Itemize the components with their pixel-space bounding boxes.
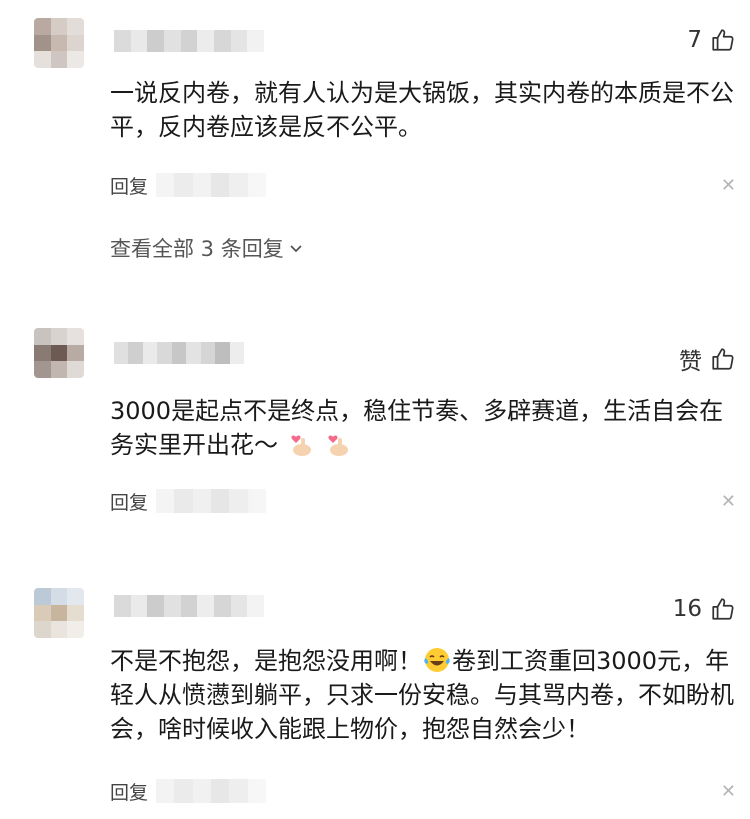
close-icon[interactable]: ✕ (721, 175, 736, 196)
avatar[interactable] (34, 328, 84, 378)
avatar[interactable] (34, 588, 84, 638)
like-button[interactable]: 赞 (679, 342, 736, 376)
reply-row: 回复 ✕ (110, 486, 736, 516)
comment-text-part1: 不是不抱怨，是抱怨没用啊！ (110, 647, 422, 675)
reply-button[interactable]: 回复 (110, 778, 148, 805)
thumbs-up-icon (712, 348, 734, 370)
username-blurred[interactable] (114, 342, 244, 364)
reply-meta-blurred (156, 489, 267, 513)
tears-of-joy-emoji (424, 648, 450, 672)
comment-text: 3000是起点不是终点，稳住节奏、多辟赛道，生活自会在务实里开出花～ (110, 394, 746, 462)
thumbs-up-icon (712, 29, 734, 51)
username-blurred[interactable] (114, 595, 264, 617)
view-all-replies-button[interactable]: 查看全部 3 条回复 (110, 233, 304, 263)
like-label: 赞 (679, 349, 702, 375)
like-button[interactable]: 16 (673, 596, 736, 622)
comment-text-body: 3000是起点不是终点，稳住节奏、多辟赛道，生活自会在务实里开出花～ (110, 397, 724, 459)
view-all-replies-label: 查看全部 3 条回复 (110, 237, 284, 261)
username-blurred[interactable] (114, 30, 264, 52)
reply-row: 回复 ✕ (110, 776, 736, 806)
reply-row: 回复 ✕ (110, 170, 736, 200)
close-icon[interactable]: ✕ (721, 491, 736, 512)
reply-meta-blurred (156, 779, 267, 803)
thumbs-up-icon (712, 598, 734, 620)
like-count: 16 (672, 596, 702, 622)
finger-heart-emoji (291, 435, 311, 456)
avatar[interactable] (34, 18, 84, 68)
reply-meta-blurred (156, 173, 267, 197)
comment-text: 不是不抱怨，是抱怨没用啊！ 卷到工资重回3000元，年轻人从愤懑到躺平，只求一份… (110, 644, 746, 746)
chevron-down-icon (290, 245, 302, 253)
finger-heart-emoji (328, 435, 349, 456)
close-icon[interactable]: ✕ (721, 781, 736, 802)
like-count: 7 (687, 27, 702, 53)
comment-text: 一说反内卷，就有人认为是大锅饭，其实内卷的本质是不公平，反内卷应该是反不公平。 (110, 79, 734, 141)
reply-button[interactable]: 回复 (110, 172, 148, 199)
reply-button[interactable]: 回复 (110, 488, 148, 515)
like-button[interactable]: 7 (687, 27, 736, 53)
